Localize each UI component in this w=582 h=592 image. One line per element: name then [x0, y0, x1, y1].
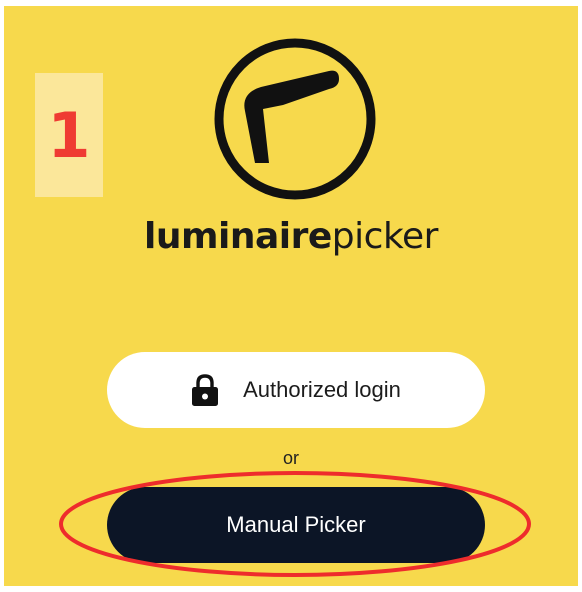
lock-icon — [192, 374, 219, 406]
brand-name-light: picker — [331, 216, 439, 257]
step-number-badge: 1 — [35, 73, 103, 197]
manual-picker-label: Manual Picker — [226, 512, 366, 537]
brand-wordmark: luminairepicker — [0, 216, 582, 257]
manual-picker-button[interactable]: Manual Picker — [107, 487, 485, 563]
brand-name-bold: luminaire — [144, 216, 332, 257]
or-separator: or — [282, 448, 299, 468]
authorized-login-button[interactable]: Authorized login — [107, 352, 485, 428]
luminaire-lamp-logo-icon — [214, 38, 376, 200]
step-number: 1 — [47, 98, 91, 172]
authorized-login-label: Authorized login — [243, 377, 401, 402]
